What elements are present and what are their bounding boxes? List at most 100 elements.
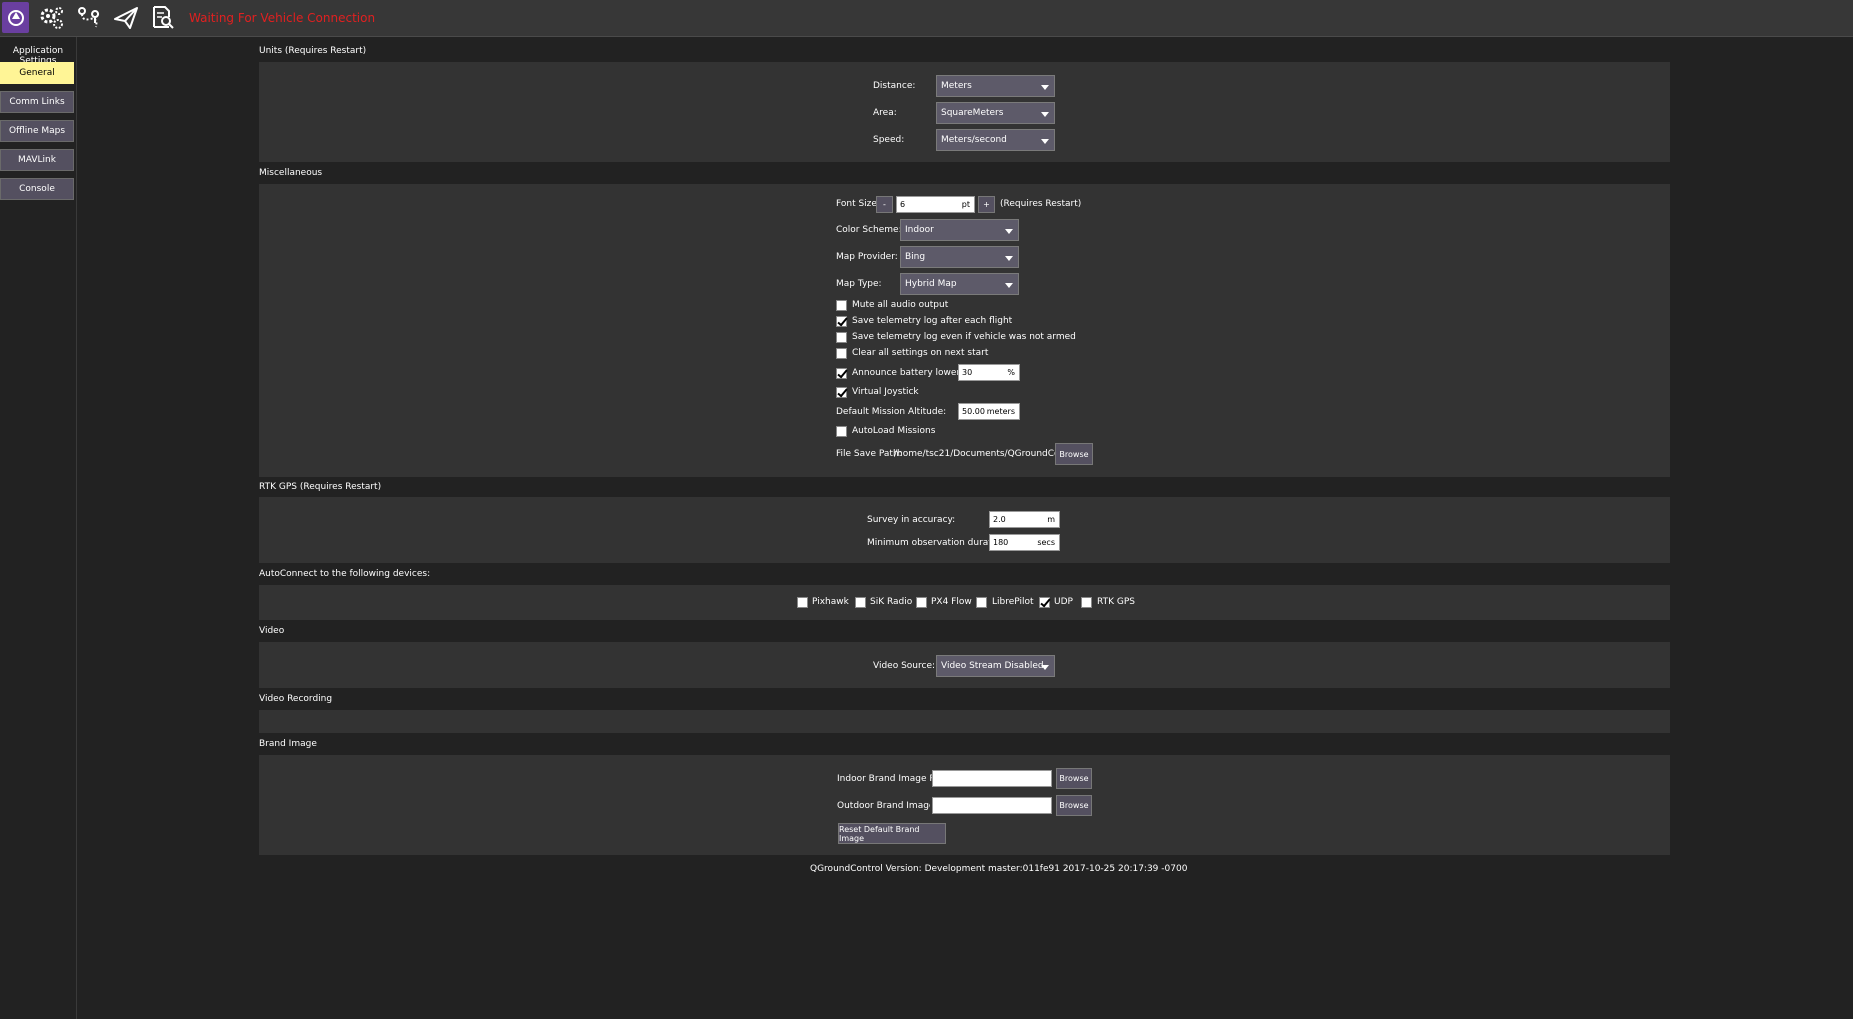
font-size-input[interactable]: 6 pt: [896, 196, 975, 213]
autoconnect-px4-flow-label: PX4 Flow: [931, 597, 972, 607]
speed-dropdown[interactable]: Meters/second: [936, 129, 1055, 151]
announce-battery-checkbox[interactable]: [836, 368, 847, 379]
file-save-path-value: /home/tsc21/Documents/QGroundControl: [894, 449, 1081, 459]
video-source-value: Video Stream Disabled: [941, 661, 1044, 671]
autoconnect-udp-checkbox[interactable]: [1039, 597, 1050, 608]
chevron-down-icon: [1041, 139, 1049, 144]
map-provider-value: Bing: [905, 252, 926, 262]
chevron-down-icon: [1005, 229, 1013, 234]
indoor-brand-path-input[interactable]: [932, 770, 1052, 787]
sidebar-item-mavlink[interactable]: MAVLink: [0, 149, 74, 171]
font-size-decrease-button[interactable]: -: [876, 196, 893, 213]
chevron-down-icon: [1041, 665, 1049, 670]
save-telemetry-unarmed-checkbox[interactable]: [836, 332, 847, 343]
distance-dropdown[interactable]: Meters: [936, 75, 1055, 97]
speed-label: Speed:: [873, 135, 905, 145]
version-text: QGroundControl Version: Development mast…: [810, 864, 1188, 874]
observation-duration-input[interactable]: 180 secs: [989, 534, 1060, 551]
sidebar-item-comm-links[interactable]: Comm Links: [0, 91, 74, 113]
map-type-label: Map Type:: [836, 279, 882, 289]
chevron-down-icon: [1005, 256, 1013, 261]
autoconnect-librepilot-checkbox[interactable]: [976, 597, 987, 608]
outdoor-brand-path-input[interactable]: [932, 797, 1052, 814]
area-dropdown[interactable]: SquareMeters: [936, 102, 1055, 124]
file-save-path-label: File Save Path:: [836, 449, 902, 459]
font-size-label: Font Size:: [836, 199, 880, 209]
map-provider-dropdown[interactable]: Bing: [900, 246, 1019, 268]
chevron-down-icon: [1005, 283, 1013, 288]
mission-altitude-label: Default Mission Altitude:: [836, 407, 947, 417]
autoconnect-rtk-gps-checkbox[interactable]: [1081, 597, 1092, 608]
units-section-title: Units (Requires Restart): [259, 46, 367, 56]
virtual-joystick-label: Virtual Joystick: [852, 387, 919, 397]
clear-settings-checkbox[interactable]: [836, 348, 847, 359]
map-type-value: Hybrid Map: [905, 279, 957, 289]
speed-value: Meters/second: [941, 135, 1007, 145]
units-panel: Distance: Meters Area: SquareMeters Spee…: [259, 62, 1670, 162]
sidebar-item-offline-maps[interactable]: Offline Maps: [0, 120, 74, 142]
observation-duration-value: 180: [993, 538, 1009, 547]
plan-route-icon[interactable]: [74, 3, 104, 33]
autoconnect-panel: Pixhawk SiK Radio PX4 Flow LibrePilot UD…: [259, 585, 1670, 620]
video-source-dropdown[interactable]: Video Stream Disabled: [936, 655, 1055, 677]
font-size-increase-button[interactable]: +: [978, 196, 995, 213]
chevron-down-icon: [1041, 85, 1049, 90]
misc-panel: Font Size: - 6 pt + (Requires Restart) Co…: [259, 184, 1670, 477]
misc-section-title: Miscellaneous: [259, 168, 323, 178]
mute-audio-label: Mute all audio output: [852, 300, 949, 310]
outdoor-brand-browse-button[interactable]: Browse: [1056, 795, 1092, 816]
map-provider-label: Map Provider:: [836, 252, 898, 262]
survey-accuracy-value: 2.0: [993, 515, 1006, 524]
autoconnect-pixhawk-checkbox[interactable]: [797, 597, 808, 608]
battery-threshold-input[interactable]: 30%: [958, 364, 1020, 381]
connection-status: Waiting For Vehicle Connection: [189, 11, 376, 25]
save-telemetry-label: Save telemetry log after each flight: [852, 316, 1013, 326]
fly-paper-plane-icon[interactable]: [111, 3, 141, 33]
sidebar-item-general[interactable]: General: [0, 62, 74, 84]
sidebar-item-console[interactable]: Console: [0, 178, 74, 200]
battery-threshold-unit: %: [1007, 368, 1015, 377]
video-panel: Video Source: Video Stream Disabled: [259, 642, 1670, 688]
autoconnect-sik-radio-checkbox[interactable]: [855, 597, 866, 608]
color-scheme-value: Indoor: [905, 225, 934, 235]
mission-altitude-value: 50.00: [962, 407, 985, 416]
qgc-logo-icon[interactable]: [2, 2, 29, 33]
autoconnect-px4-flow-checkbox[interactable]: [916, 597, 927, 608]
area-label: Area:: [873, 108, 897, 118]
survey-accuracy-input[interactable]: 2.0 m: [989, 511, 1060, 528]
indoor-brand-browse-button[interactable]: Browse: [1056, 768, 1092, 789]
outdoor-brand-path-label: Outdoor Brand Image Path: [837, 801, 930, 811]
video-source-label: Video Source:: [873, 661, 936, 671]
autoload-missions-checkbox[interactable]: [836, 426, 847, 437]
settings-sidebar: Application Settings General Comm Links …: [0, 37, 77, 1019]
save-telemetry-unarmed-label: Save telemetry log even if vehicle was n…: [852, 332, 1076, 342]
autoconnect-rtk-gps-label: RTK GPS: [1097, 597, 1135, 607]
gear-icon[interactable]: [37, 3, 67, 33]
autoconnect-udp-label: UDP: [1054, 597, 1073, 607]
survey-accuracy-label: Survey in accuracy:: [867, 515, 956, 525]
video-recording-panel: [259, 710, 1670, 733]
clear-settings-label: Clear all settings on next start: [852, 348, 989, 358]
file-save-path-browse-button[interactable]: Browse: [1055, 443, 1093, 465]
save-telemetry-checkbox[interactable]: [836, 316, 847, 327]
observation-duration-unit: secs: [1037, 538, 1055, 547]
mission-altitude-input[interactable]: 50.00 meters: [958, 403, 1020, 420]
video-section-title: Video: [259, 626, 285, 636]
main-toolbar: Waiting For Vehicle Connection: [0, 0, 1853, 37]
autoconnect-section-title: AutoConnect to the following devices:: [259, 569, 431, 579]
reset-brand-image-button[interactable]: Reset Default Brand Image: [838, 823, 946, 844]
analyze-icon[interactable]: [148, 3, 178, 33]
mute-audio-checkbox[interactable]: [836, 300, 847, 311]
map-type-dropdown[interactable]: Hybrid Map: [900, 273, 1019, 295]
virtual-joystick-checkbox[interactable]: [836, 387, 847, 398]
brand-section-title: Brand Image: [259, 739, 317, 749]
battery-threshold-value: 30: [962, 368, 973, 377]
font-size-unit: pt: [961, 200, 970, 209]
autoconnect-sik-radio-label: SiK Radio: [870, 597, 913, 607]
distance-value: Meters: [941, 81, 972, 91]
distance-label: Distance:: [873, 81, 916, 91]
font-size-value: 6: [900, 200, 906, 209]
color-scheme-dropdown[interactable]: Indoor: [900, 219, 1019, 241]
font-size-note: (Requires Restart): [1000, 199, 1082, 209]
survey-accuracy-unit: m: [1047, 515, 1055, 524]
